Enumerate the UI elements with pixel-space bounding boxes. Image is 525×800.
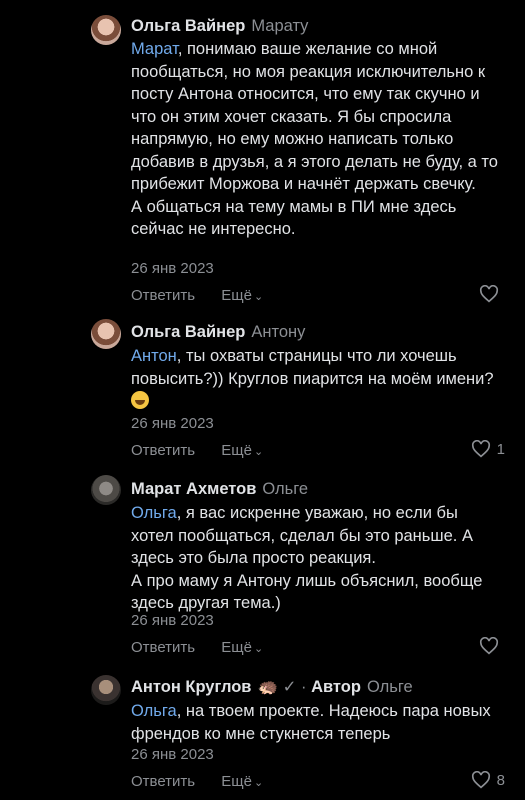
comment-actions: Ответить Ещё ⌄ [131, 639, 263, 656]
reply-button[interactable]: Ответить [131, 639, 195, 656]
reply-button[interactable]: Ответить [131, 773, 195, 790]
comment-body: , я вас искренне уважаю, но если бы хоте… [131, 504, 483, 612]
mention-link[interactable]: Марат [131, 40, 178, 58]
heart-icon [479, 637, 499, 655]
reply-to-name[interactable]: Ольге [262, 480, 308, 498]
more-button[interactable]: Ещё ⌄ [221, 442, 263, 459]
comment-body: , понимаю ваше желание со мной пообщатьс… [131, 40, 498, 238]
comment-text: Ольга, на твоем проекте. Надеюсь пара но… [131, 700, 501, 745]
avatar[interactable] [91, 15, 121, 45]
like-button[interactable]: 8 [471, 771, 505, 789]
more-label: Ещё [221, 287, 252, 304]
reply-button[interactable]: Ответить [131, 287, 195, 304]
comment-actions: Ответить Ещё ⌄ [131, 773, 263, 790]
heart-icon [471, 771, 490, 789]
chevron-down-icon: ⌄ [254, 291, 264, 303]
comment-text: Марат, понимаю ваше желание со мной пооб… [131, 38, 501, 241]
like-count: 8 [496, 771, 505, 789]
heart-icon [479, 285, 499, 303]
like-count: 1 [496, 440, 505, 458]
author-name[interactable]: Ольга Вайнер [131, 323, 245, 341]
like-button[interactable]: 1 [471, 440, 505, 458]
more-label: Ещё [221, 773, 252, 790]
comment-body: , ты охваты страницы что ли хочешь повыс… [131, 347, 494, 388]
author-name[interactable]: Ольга Вайнер [131, 17, 245, 35]
comment-actions: Ответить Ещё ⌄ [131, 287, 263, 304]
more-label: Ещё [221, 442, 252, 459]
chevron-down-icon: ⌄ [254, 643, 264, 655]
mention-link[interactable]: Ольга [131, 504, 177, 522]
comment-header: Ольга Вайнер Марату [131, 16, 308, 36]
more-button[interactable]: Ещё ⌄ [221, 639, 263, 656]
more-label: Ещё [221, 639, 252, 656]
more-button[interactable]: Ещё ⌄ [221, 287, 263, 304]
comment-date[interactable]: 26 янв 2023 [131, 612, 214, 629]
comment-header: Марат Ахметов Ольге [131, 479, 308, 499]
comment-actions: Ответить Ещё ⌄ [131, 442, 263, 459]
laughing-emoji-icon [131, 391, 149, 409]
comment-date[interactable]: 26 янв 2023 [131, 415, 214, 432]
heart-icon [471, 440, 490, 458]
reply-to-name[interactable]: Марату [251, 17, 308, 35]
like-button[interactable] [479, 637, 505, 655]
mention-link[interactable]: Антон [131, 347, 177, 365]
more-button[interactable]: Ещё ⌄ [221, 773, 263, 790]
author-name[interactable]: Марат Ахметов [131, 480, 256, 498]
comment-header: Ольга Вайнер Антону [131, 322, 305, 342]
avatar[interactable] [91, 475, 121, 505]
comment-body: , на твоем проекте. Надеюсь пара новых ф… [131, 702, 491, 743]
chevron-down-icon: ⌄ [254, 446, 264, 458]
comment-date[interactable]: 26 янв 2023 [131, 746, 214, 763]
verified-badge-icon: 🦔 ✓ · [257, 678, 307, 696]
comment-text: Ольга, я вас искренне уважаю, но если бы… [131, 502, 501, 615]
reply-to-name[interactable]: Ольге [367, 678, 413, 696]
comment-header: Антон Круглов 🦔 ✓ · Автор Ольге [131, 677, 413, 697]
author-tag: Автор [311, 678, 361, 696]
comment-date[interactable]: 26 янв 2023 [131, 260, 214, 277]
chevron-down-icon: ⌄ [254, 777, 264, 789]
like-button[interactable] [479, 285, 505, 303]
author-name[interactable]: Антон Круглов [131, 678, 251, 696]
avatar[interactable] [91, 319, 121, 349]
comment-text: Антон, ты охваты страницы что ли хочешь … [131, 345, 501, 413]
reply-button[interactable]: Ответить [131, 442, 195, 459]
reply-to-name[interactable]: Антону [251, 323, 305, 341]
mention-link[interactable]: Ольга [131, 702, 177, 720]
avatar[interactable] [91, 675, 121, 705]
